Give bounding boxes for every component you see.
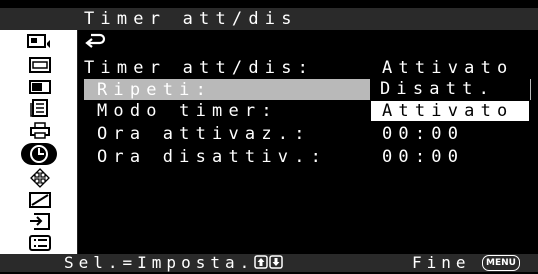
on-time-value: 00:00 <box>382 124 465 144</box>
input-select-icon[interactable] <box>25 212 55 231</box>
title-bar: Timer att/dis <box>0 8 538 30</box>
screen-icon[interactable] <box>25 55 55 74</box>
on-time-label[interactable]: Ora attivaz.: <box>97 124 311 144</box>
dropdown-selected-value: Disatt. <box>380 79 496 99</box>
page-title: Timer att/dis <box>84 9 298 29</box>
display-mode-icon[interactable] <box>25 77 55 96</box>
timer-onoff-value: Attivato <box>382 58 514 78</box>
off-time-label[interactable]: Ora disattiv.: <box>97 147 327 167</box>
document-icon[interactable] <box>25 98 55 117</box>
select-hint: Sel.=Imposta. <box>64 253 284 274</box>
timer-mode-label[interactable]: Modo timer: <box>97 101 278 121</box>
up-down-keys-icon <box>254 254 284 274</box>
input-arrows-icon[interactable] <box>25 167 55 188</box>
dropdown-option[interactable]: Attivato <box>370 100 530 122</box>
timer-icon[interactable] <box>21 143 57 165</box>
list-icon[interactable] <box>25 233 55 252</box>
off-time-value: 00:00 <box>382 147 465 167</box>
dropdown-selected[interactable]: Disatt. <box>370 78 530 100</box>
dropdown-option-value: Attivato <box>382 101 514 121</box>
select-hint-text: Sel.=Imposta. <box>64 253 255 272</box>
end-hint: Fine <box>412 253 471 272</box>
repeat-label[interactable]: Ripeti: <box>97 80 212 100</box>
footer-bar: Sel.=Imposta. Fine MENU <box>0 253 538 274</box>
timer-onoff-label[interactable]: Timer att/dis: <box>84 58 314 78</box>
menu-key-badge: MENU <box>482 255 520 271</box>
adjust-icon[interactable] <box>25 190 55 209</box>
printer-icon[interactable] <box>25 121 55 140</box>
return-icon[interactable] <box>84 33 106 53</box>
picture-sound-icon[interactable] <box>25 33 55 52</box>
sidebar <box>0 30 77 254</box>
